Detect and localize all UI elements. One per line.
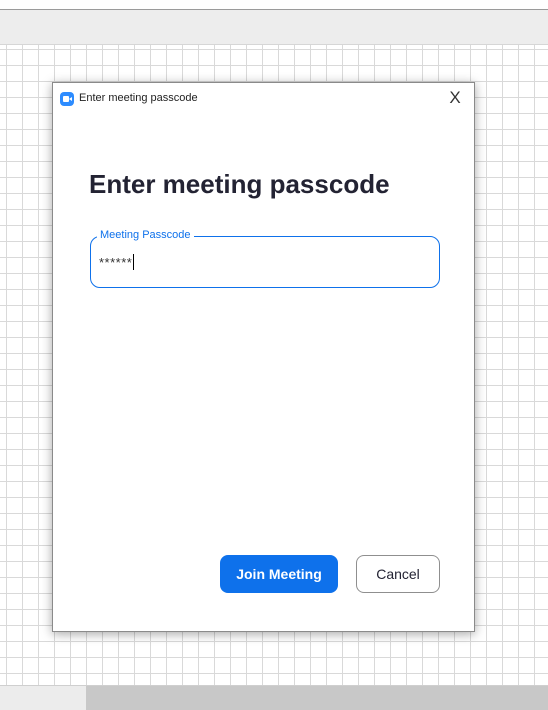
top-edge	[0, 0, 548, 10]
passcode-dialog: Enter meeting passcode X Enter meeting p…	[52, 82, 475, 632]
text-caret	[133, 254, 135, 270]
page-title: Enter meeting passcode	[89, 169, 390, 199]
cancel-button[interactable]: Cancel	[356, 555, 440, 593]
join-meeting-button[interactable]: Join Meeting	[220, 555, 338, 593]
dialog-title: Enter meeting passcode	[79, 92, 198, 104]
passcode-field[interactable]: Meeting Passcode ******	[90, 229, 440, 288]
dialog-titlebar[interactable]: Enter meeting passcode X	[53, 83, 474, 115]
background-toolbar	[0, 10, 548, 45]
passcode-input[interactable]: ******	[99, 254, 135, 270]
passcode-field-label: Meeting Passcode	[97, 229, 194, 241]
zoom-camera-icon	[60, 92, 74, 106]
close-button[interactable]: X	[444, 87, 466, 109]
horizontal-scroll-thumb[interactable]	[86, 686, 548, 710]
passcode-value: ******	[99, 255, 133, 270]
